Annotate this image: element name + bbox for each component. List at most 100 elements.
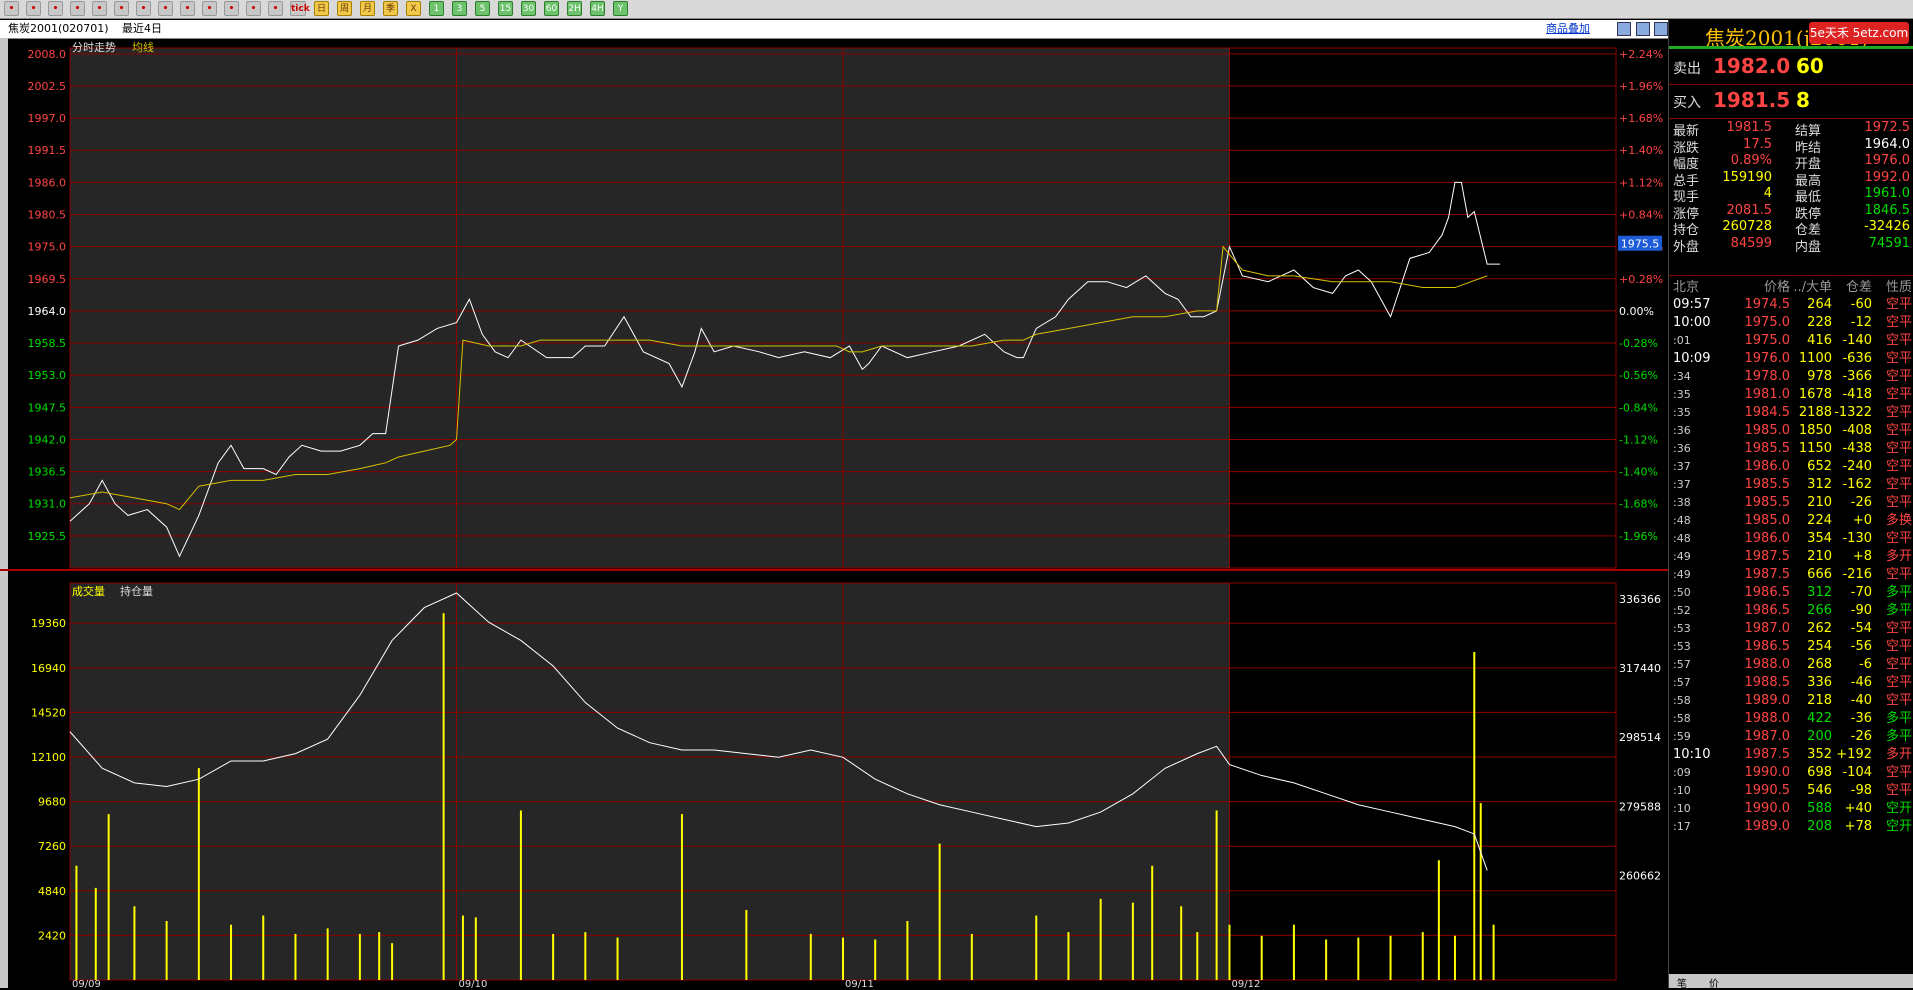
info-value: 4 — [1763, 186, 1772, 201]
current-price-label: 1975.5 — [1621, 238, 1660, 251]
price-plot-area — [70, 48, 1230, 568]
tick-header-nature: 性质 — [1885, 280, 1912, 295]
table-icon[interactable]: • — [246, 1, 261, 16]
tick-oi-change: +78 — [1844, 819, 1872, 834]
volume-tick-label: 19360 — [31, 617, 66, 630]
minimize-icon[interactable] — [1635, 22, 1650, 36]
filter-icon[interactable]: • — [202, 1, 217, 16]
price-tick-label: 1975.0 — [28, 241, 67, 254]
period-button-2[interactable]: 月 — [360, 1, 375, 16]
pct-tick-label: +1.68% — [1619, 112, 1663, 125]
brand-logo: 5e天禾 5etz.com — [1809, 22, 1909, 44]
price-tick-label: 1925.5 — [28, 530, 67, 543]
info-value: 1846.5 — [1864, 202, 1911, 218]
price-tick-label: 1953.0 — [28, 369, 67, 382]
oi-tick-label: 298514 — [1619, 731, 1661, 744]
sell-label: 卖出 — [1673, 61, 1701, 77]
volume-tick-label: 12100 — [31, 751, 66, 764]
draw-icon[interactable]: • — [180, 1, 195, 16]
bottom-tabs: 笔 价 — [1669, 974, 1913, 990]
period-button-10[interactable]: 60 — [544, 1, 559, 16]
info-value: 1972.5 — [1864, 120, 1911, 135]
period-button-6[interactable]: 3 — [452, 1, 467, 16]
info-value: 1976.0 — [1864, 153, 1911, 168]
price-tick-label: 1991.5 — [28, 144, 67, 157]
pct-tick-label: -0.84% — [1619, 401, 1658, 414]
buy-quote: 买入 1981.5 8 — [1669, 86, 1913, 116]
pct-tick-label: +1.96% — [1619, 80, 1663, 93]
period-button-5[interactable]: 1 — [429, 1, 444, 16]
price-tick-label: 2008.0 — [28, 48, 67, 61]
oi-tick-label: 279588 — [1619, 800, 1661, 813]
tick-header-price: 价格 — [1763, 280, 1790, 295]
zoom-in-icon[interactable]: • — [92, 1, 107, 16]
window-icon[interactable]: • — [136, 1, 151, 16]
period-button-4[interactable]: X — [406, 1, 421, 16]
period-button-9[interactable]: 30 — [521, 1, 536, 16]
oi-tick-label: 317440 — [1619, 662, 1661, 675]
info-row: 外盘 84599 内盘 74591 — [1669, 236, 1913, 256]
period-button-7[interactable]: 5 — [475, 1, 490, 16]
period-button-12[interactable]: 4H — [590, 1, 605, 16]
info-value: -32426 — [1863, 219, 1910, 234]
volume-tick-label: 14520 — [31, 706, 66, 719]
period-button-13[interactable]: Y — [613, 1, 628, 16]
volume-tick-label: 2420 — [38, 929, 66, 942]
info-value: 84599 — [1730, 235, 1772, 251]
price-tick-label: 1931.0 — [28, 498, 67, 511]
range-label[interactable]: 最近4日 — [122, 20, 162, 38]
refresh-icon[interactable]: • — [70, 1, 85, 16]
x-tick-label: 09/10 — [459, 979, 488, 988]
volume-tick-label: 9680 — [38, 796, 66, 809]
tick-header-time: 北京 — [1673, 280, 1700, 295]
title-bar: 焦炭2001(020701) 最近4日 商品叠加 — [0, 20, 1668, 39]
info-value: 159190 — [1722, 169, 1772, 185]
price-tick-label: 2002.5 — [28, 80, 67, 93]
overlay-link[interactable]: 商品叠加 — [1546, 20, 1590, 38]
period-button-8[interactable]: 15 — [498, 1, 513, 16]
info-value: 2081.5 — [1726, 202, 1773, 218]
period-button-0[interactable]: 日 — [314, 1, 329, 16]
quote-divider — [1669, 84, 1913, 85]
buy-label: 买入 — [1673, 95, 1701, 111]
intraday-chart[interactable]: 2008.0 +2.24% 2002.5 +1.96% 1997.0 +1.68% 1991… — [0, 38, 1668, 988]
tick-row[interactable]: :17 1989.0 208 +78 空开 — [1669, 816, 1913, 838]
pen-icon[interactable]: • — [158, 1, 173, 16]
x-tick-label: 09/12 — [1232, 979, 1261, 988]
sell-quote: 卖出 1982.0 60 — [1669, 52, 1913, 82]
period-button-1[interactable]: 周 — [337, 1, 352, 16]
pct-tick-label: +1.12% — [1619, 176, 1663, 189]
info-value: 74591 — [1868, 235, 1910, 251]
tick-header-oi: 仓差 — [1845, 280, 1872, 295]
pct-tick-label: +0.28% — [1619, 273, 1663, 286]
home-icon[interactable]: • — [4, 1, 19, 16]
period-button-11[interactable]: 2H — [567, 1, 582, 16]
pct-tick-label: -1.68% — [1619, 498, 1658, 511]
pct-tick-label: 0.00% — [1619, 305, 1654, 318]
price-panel-title: 分时走势 — [72, 41, 116, 54]
tick-price: 1989.0 — [1744, 819, 1791, 834]
tick-chart-button[interactable]: tick — [290, 1, 310, 16]
folder-icon[interactable]: • — [48, 1, 63, 16]
intraday-chart-icon[interactable]: • — [268, 1, 283, 16]
price-tick-label: 1986.0 — [28, 176, 67, 189]
zoom-out-icon[interactable]: • — [114, 1, 129, 16]
toolbar: • • • • • • • • • • • • • tick 日周月季 X 1 3 5 15 30 60 2H 4H Y — [0, 0, 1913, 19]
x-tick-label: 09/09 — [72, 979, 101, 988]
info-value: 0.89% — [1730, 153, 1772, 168]
info-value: 1992.0 — [1864, 169, 1911, 185]
price-tick-label: 1964.0 — [28, 305, 67, 318]
restore-icon[interactable] — [1617, 22, 1631, 36]
file-icon[interactable]: • — [26, 1, 41, 16]
oi-tick-label: 260662 — [1619, 869, 1661, 882]
info-label: 内盘 — [1795, 239, 1822, 255]
pct-tick-label: -1.40% — [1619, 466, 1658, 479]
period-button-3[interactable]: 季 — [383, 1, 398, 16]
maximize-icon[interactable] — [1654, 22, 1668, 36]
quote-panel: 焦炭2001(j2001) 5e天禾 5etz.com 卖出 1982.0 60… — [1668, 20, 1913, 990]
avg-legend: 均线 — [132, 40, 154, 54]
info-value: 17.5 — [1743, 136, 1772, 152]
tick-volume: 208 — [1807, 819, 1832, 834]
news-icon[interactable]: • — [224, 1, 239, 16]
price-tick-label: 1958.5 — [28, 337, 67, 350]
